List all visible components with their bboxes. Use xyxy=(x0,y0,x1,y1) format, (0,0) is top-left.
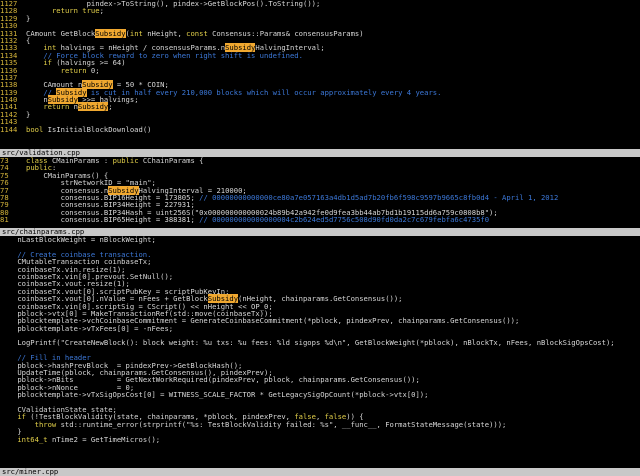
code-line[interactable]: 1142} xyxy=(0,110,640,118)
line-code: consensus.BIP65Height = 388381; // 00000… xyxy=(60,215,490,225)
line-code: int64_t nTime2 = GetTimeMicros(); xyxy=(17,434,161,444)
code-line[interactable]: 73 class CMainParams : public CChainParam… xyxy=(0,157,640,164)
status-bar-miner[interactable]: src/miner.cpp xyxy=(0,468,640,476)
code-line[interactable]: LogPrintf("CreateNewBlock(): block weigh… xyxy=(0,339,640,346)
code-line[interactable]: 1131 CAmount GetBlockSubsidy(int nHeight,… xyxy=(0,28,640,38)
line-number: 1144 xyxy=(0,124,18,134)
code-line[interactable]: 81 consensus.BIP65Height = 388381; // 00… xyxy=(0,215,640,225)
status-bar-validation[interactable]: src/validation.cpp xyxy=(0,149,640,157)
line-number: 81 xyxy=(0,215,9,225)
status-bar-chainparams[interactable]: src/chainparams.cpp xyxy=(0,228,640,236)
code-line[interactable]: int64_t nTime2 = GetTimeMicros(); xyxy=(0,434,640,444)
code-line[interactable]: 1129} xyxy=(0,14,640,22)
code-line[interactable]: 1141 return nSubsidy; xyxy=(0,102,640,112)
line-code: bool IsInitialBlockDownload() xyxy=(26,124,152,134)
code-line[interactable] xyxy=(0,347,640,354)
code-line[interactable]: nLastBlockWeight = nBlockWeight; xyxy=(0,236,640,243)
code-line[interactable]: pblocktemplate->vTxSigOpsCost[0] = WITNE… xyxy=(0,391,640,398)
code-line[interactable]: 1128 return true; xyxy=(0,7,640,15)
editor-pane-miner[interactable]: nLastBlockWeight = nBlockWeight; // Crea… xyxy=(0,236,640,468)
code-line[interactable]: pblocktemplate->vTxFees[0] = -nFees; xyxy=(0,324,640,332)
code-line[interactable]: 1136 return 0; xyxy=(0,66,640,74)
code-line[interactable]: 1144 bool IsInitialBlockDownload() xyxy=(0,124,640,134)
editor-pane-validation[interactable]: 1127 pindex->ToString(), pindex->GetBloc… xyxy=(0,0,640,149)
editor-pane-chainparams[interactable]: 73 class CMainParams : public CChainParam… xyxy=(0,157,640,228)
code-line[interactable]: throw std::runtime_error(strprintf("%s: … xyxy=(0,421,640,428)
